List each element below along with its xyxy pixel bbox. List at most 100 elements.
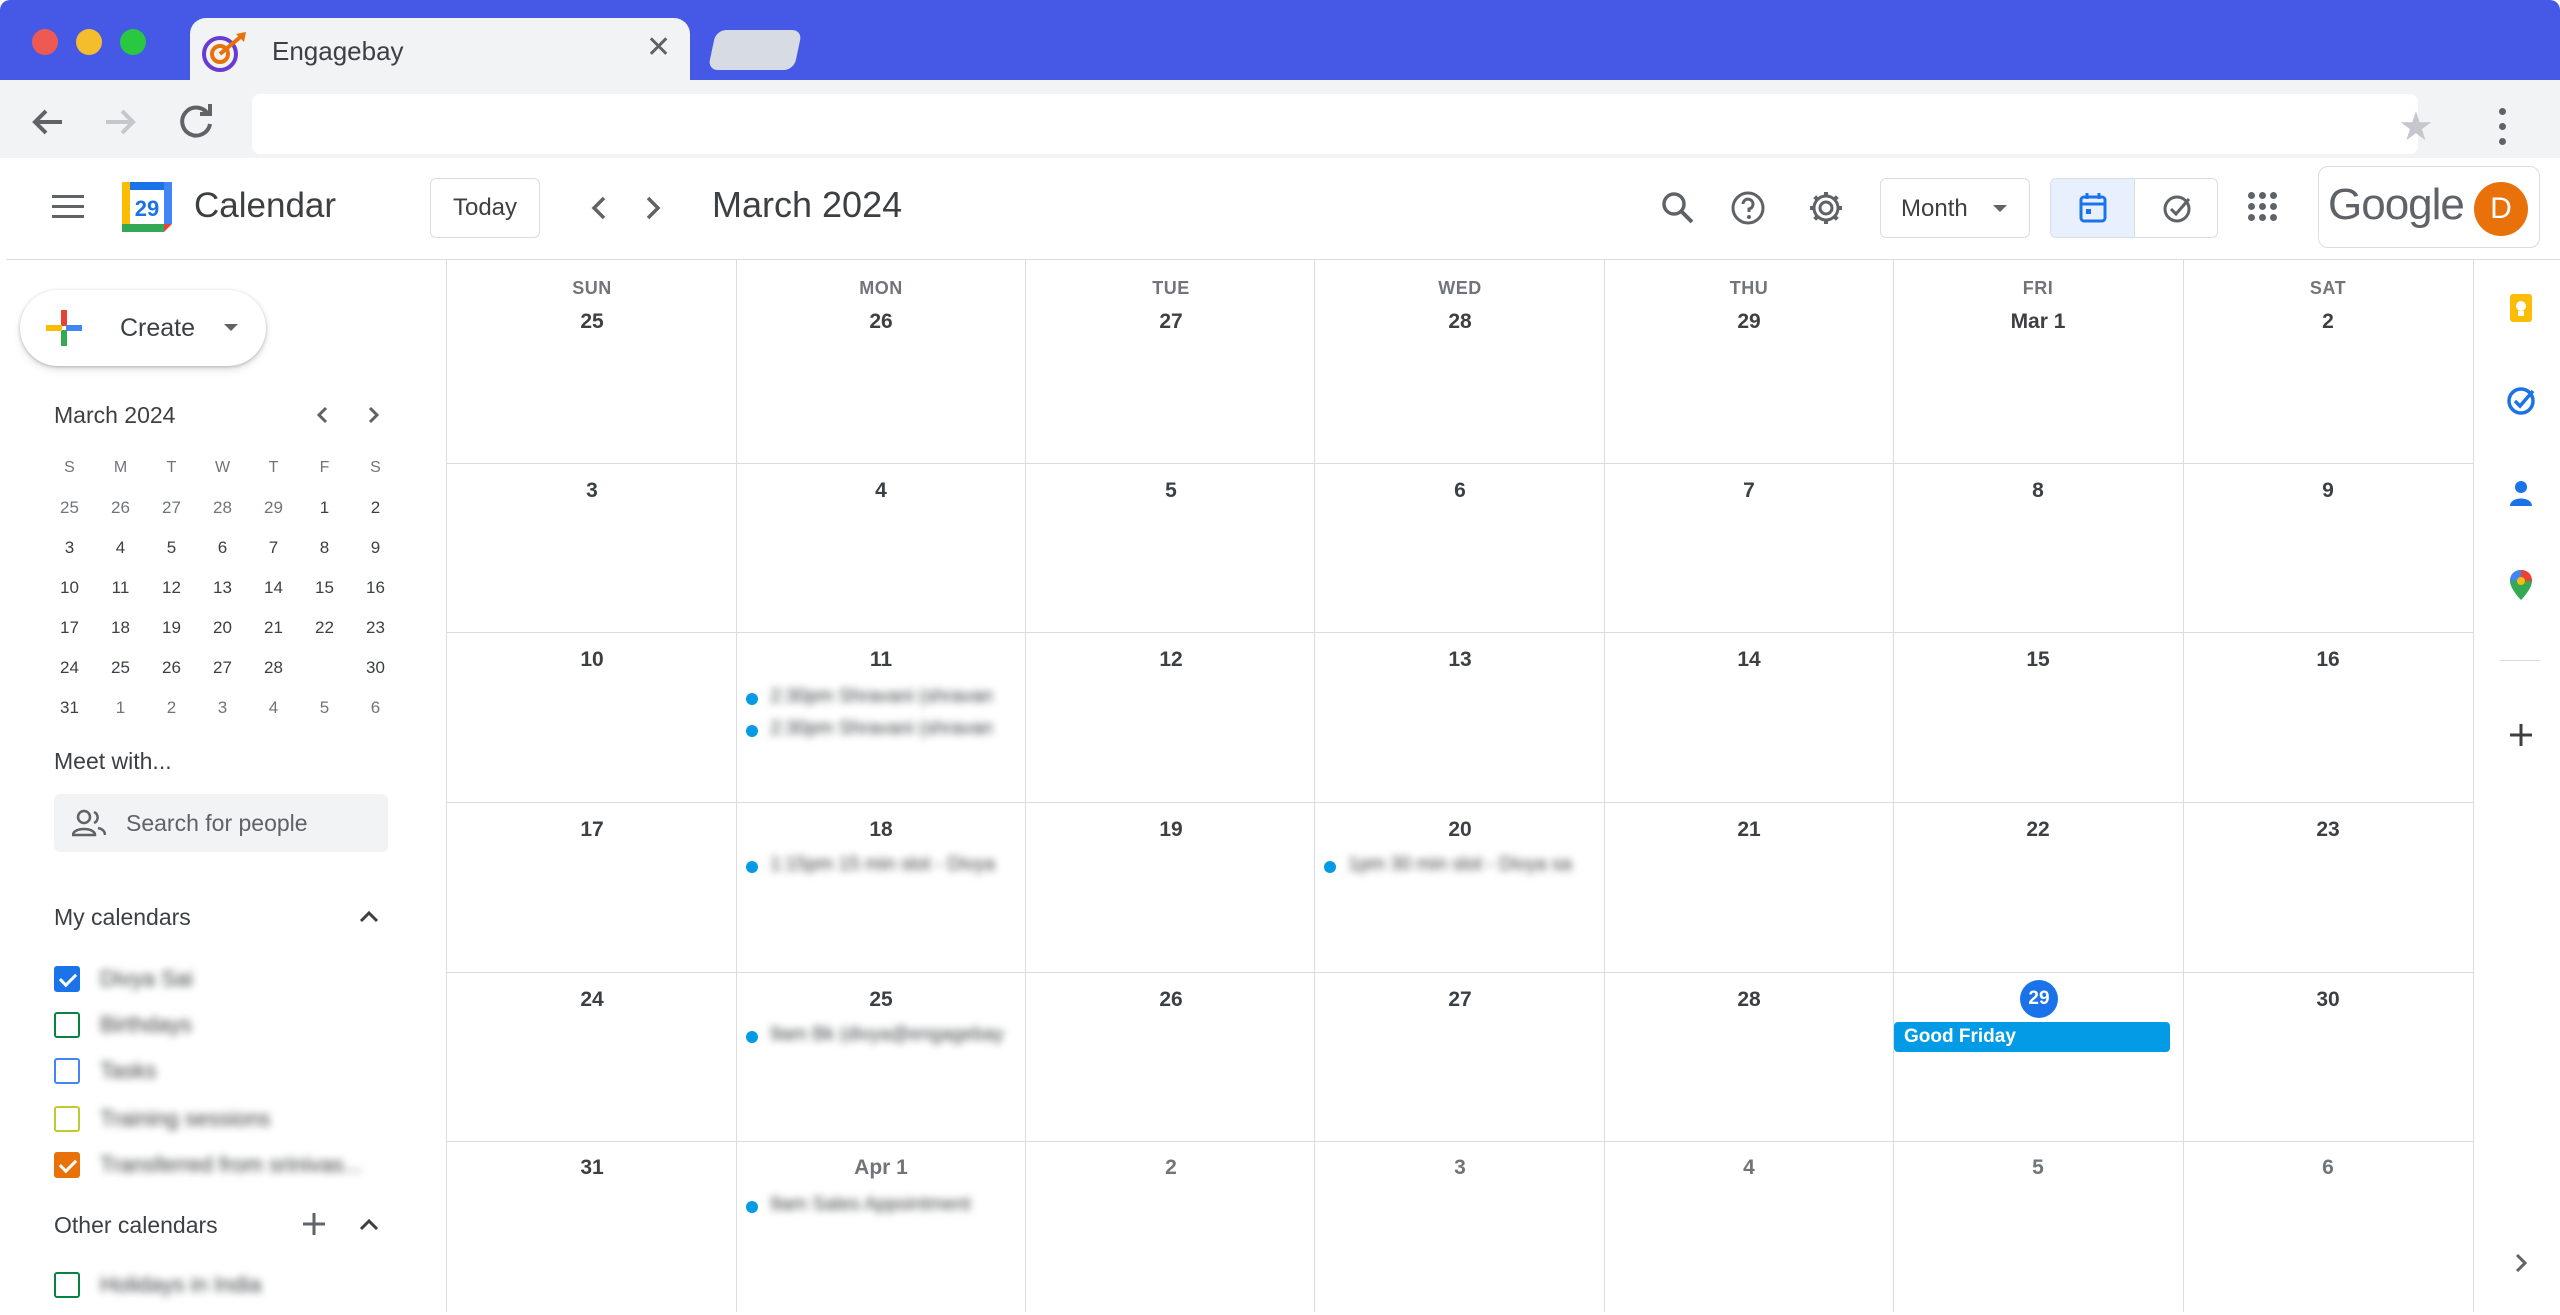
day-number[interactable]: 24: [448, 988, 736, 1012]
keep-icon[interactable]: [2504, 292, 2538, 326]
reload-icon[interactable]: [174, 100, 218, 144]
mini-day[interactable]: 14: [248, 568, 299, 608]
day-number[interactable]: 12: [1027, 648, 1315, 672]
mini-day[interactable]: 31: [44, 688, 95, 728]
calendar-view-toggle[interactable]: [2051, 179, 2135, 237]
mini-day[interactable]: 5: [299, 688, 350, 728]
day-number[interactable]: 26: [737, 310, 1025, 334]
day-number[interactable]: 3: [1316, 1156, 1604, 1180]
mini-day[interactable]: 16: [350, 568, 401, 608]
mini-day[interactable]: 29: [248, 488, 299, 528]
day-number[interactable]: 21: [1605, 818, 1893, 842]
day-number[interactable]: 28: [1316, 310, 1604, 334]
mini-day[interactable]: 28: [248, 648, 299, 688]
calendar-event[interactable]: 2:30pm Shravani (shravan: [746, 686, 1016, 712]
mini-day[interactable]: 1: [95, 688, 146, 728]
calendar-event[interactable]: 1pm 30 min slot - Divya sa: [1324, 854, 1594, 880]
day-number[interactable]: 4: [1605, 1156, 1893, 1180]
calendar-event[interactable]: 9am Sales Appointment: [746, 1194, 1016, 1220]
contacts-icon[interactable]: [2504, 476, 2538, 510]
mini-day[interactable]: 8: [299, 528, 350, 568]
calendar-event[interactable]: 9am Bk (divya@engagebay: [746, 1024, 1016, 1050]
mini-day[interactable]: 2: [146, 688, 197, 728]
mini-day[interactable]: 27: [197, 648, 248, 688]
mini-day[interactable]: 25: [95, 648, 146, 688]
day-number[interactable]: 27: [1316, 988, 1604, 1012]
main-menu-icon[interactable]: [52, 195, 84, 219]
mini-day[interactable]: 3: [44, 528, 95, 568]
window-minimize-button[interactable]: [76, 29, 102, 55]
day-number[interactable]: 20: [1316, 818, 1604, 842]
add-calendar-plus-icon[interactable]: [300, 1210, 328, 1238]
day-number[interactable]: 16: [2184, 648, 2472, 672]
mini-day[interactable]: 23: [350, 608, 401, 648]
day-number[interactable]: 25: [737, 988, 1025, 1012]
my-calendars-title[interactable]: My calendars: [54, 904, 191, 931]
next-month-icon[interactable]: [632, 188, 672, 228]
create-dropdown-icon[interactable]: [224, 324, 238, 331]
day-number[interactable]: 2: [2184, 310, 2472, 334]
day-number[interactable]: 7: [1605, 479, 1893, 503]
mini-day[interactable]: 24: [44, 648, 95, 688]
window-close-button[interactable]: [32, 29, 58, 55]
all-day-event[interactable]: Good Friday: [1894, 1022, 2170, 1052]
today-button[interactable]: Today: [430, 178, 540, 238]
calendar-checkbox[interactable]: [54, 1058, 80, 1084]
mini-day[interactable]: 3: [197, 688, 248, 728]
settings-gear-icon[interactable]: [1804, 186, 1848, 230]
mini-day[interactable]: 20: [197, 608, 248, 648]
mini-day[interactable]: 19: [146, 608, 197, 648]
day-number[interactable]: 19: [1027, 818, 1315, 842]
mini-day[interactable]: 4: [95, 528, 146, 568]
day-number[interactable]: 13: [1316, 648, 1604, 672]
mini-day[interactable]: 17: [44, 608, 95, 648]
mini-day[interactable]: 5: [146, 528, 197, 568]
day-number[interactable]: 2: [1027, 1156, 1315, 1180]
bookmark-star-icon[interactable]: ★: [2398, 104, 2434, 150]
tab-close-icon[interactable]: ✕: [646, 30, 671, 65]
mini-day[interactable]: 9: [350, 528, 401, 568]
day-number[interactable]: 3: [448, 479, 736, 503]
tasks-view-toggle[interactable]: [2135, 179, 2217, 237]
mini-day[interactable]: 18: [95, 608, 146, 648]
calendar-checkbox[interactable]: [54, 1272, 80, 1298]
mini-day[interactable]: 25: [44, 488, 95, 528]
expand-side-panel-icon[interactable]: [2508, 1250, 2534, 1276]
day-number[interactable]: 8: [1894, 479, 2182, 503]
day-number[interactable]: 30: [2184, 988, 2472, 1012]
day-number[interactable]: 10: [448, 648, 736, 672]
day-number[interactable]: Apr 1: [737, 1156, 1025, 1180]
new-tab[interactable]: [707, 30, 803, 70]
address-bar[interactable]: [252, 94, 2418, 154]
mini-day[interactable]: 7: [248, 528, 299, 568]
mini-day[interactable]: 10: [44, 568, 95, 608]
google-apps-icon[interactable]: [2248, 192, 2278, 222]
mini-day[interactable]: 2: [350, 488, 401, 528]
collapse-chevron-icon[interactable]: [354, 1210, 384, 1240]
mini-day[interactable]: 12: [146, 568, 197, 608]
day-number[interactable]: Mar 1: [1894, 310, 2182, 334]
get-add-ons-plus-icon[interactable]: [2504, 718, 2538, 752]
other-calendars-title[interactable]: Other calendars: [54, 1212, 218, 1239]
previous-month-icon[interactable]: [580, 188, 620, 228]
day-number[interactable]: 15: [1894, 648, 2182, 672]
day-number[interactable]: 4: [737, 479, 1025, 503]
mini-day-today[interactable]: 29: [299, 648, 350, 688]
day-number[interactable]: 6: [1316, 479, 1604, 503]
mini-prev-month-icon[interactable]: [308, 400, 338, 430]
day-number[interactable]: 5: [1894, 1156, 2182, 1180]
calendar-event[interactable]: 2:30pm Shravani (shravan: [746, 718, 1016, 744]
calendar-event[interactable]: 1:15pm 15 min slot - Divya: [746, 854, 1016, 880]
help-icon[interactable]: [1726, 186, 1770, 230]
calendar-checkbox[interactable]: [54, 1106, 80, 1132]
mini-day[interactable]: 13: [197, 568, 248, 608]
mini-day[interactable]: 22: [299, 608, 350, 648]
window-maximize-button[interactable]: [120, 29, 146, 55]
browser-menu-icon[interactable]: [2496, 108, 2508, 148]
mini-day[interactable]: 26: [146, 648, 197, 688]
mini-day[interactable]: 6: [197, 528, 248, 568]
day-number[interactable]: 31: [448, 1156, 736, 1180]
mini-day[interactable]: 4: [248, 688, 299, 728]
day-number[interactable]: 9: [2184, 479, 2472, 503]
collapse-chevron-icon[interactable]: [354, 902, 384, 932]
